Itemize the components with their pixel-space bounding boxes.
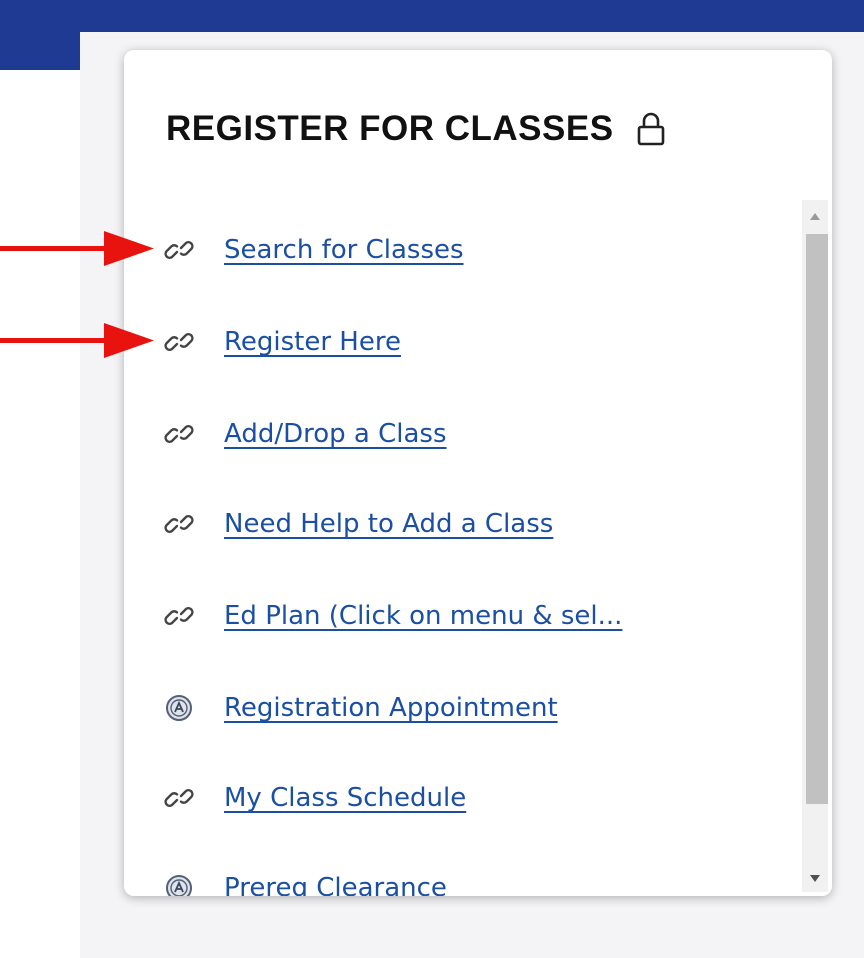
link-label[interactable]: Search for Classes [224, 235, 464, 265]
college-seal-icon [166, 695, 192, 721]
card-title: REGISTER FOR CLASSES [166, 109, 614, 148]
link-need-help-add-class[interactable]: Need Help to Add a Class [164, 502, 804, 546]
link-label[interactable]: Ed Plan (Click on menu & sel... [224, 601, 622, 631]
link-label[interactable]: Register Here [224, 327, 401, 357]
college-seal-icon [166, 875, 192, 896]
link-prereq-clearance[interactable]: Prereq Clearance [164, 866, 804, 896]
scrollbar-thumb[interactable] [806, 234, 828, 804]
lock-icon[interactable] [636, 111, 666, 147]
left-nav-block [0, 0, 80, 70]
vertical-scrollbar[interactable] [802, 200, 828, 892]
red-arrow-annotation-1 [0, 231, 154, 266]
scroll-up-arrow-icon[interactable] [802, 206, 828, 226]
register-for-classes-card: REGISTER FOR CLASSES Search for Classes [124, 50, 832, 896]
card-header: REGISTER FOR CLASSES [166, 104, 802, 154]
link-icon [164, 789, 194, 807]
link-label[interactable]: Registration Appointment [224, 693, 558, 723]
link-icon [164, 607, 194, 625]
link-register-here[interactable]: Register Here [164, 320, 804, 364]
link-icon [164, 333, 194, 351]
link-label[interactable]: Prereq Clearance [224, 873, 447, 896]
link-icon [164, 241, 194, 259]
link-registration-appointment[interactable]: Registration Appointment [164, 686, 804, 730]
scroll-down-arrow-icon[interactable] [802, 868, 828, 888]
link-icon [164, 425, 194, 443]
link-add-drop-class[interactable]: Add/Drop a Class [164, 412, 804, 456]
link-label[interactable]: Add/Drop a Class [224, 419, 447, 449]
link-label[interactable]: Need Help to Add a Class [224, 509, 553, 539]
red-arrow-annotation-2 [0, 323, 154, 358]
top-header-band [0, 0, 864, 32]
link-my-class-schedule[interactable]: My Class Schedule [164, 776, 804, 820]
link-search-for-classes[interactable]: Search for Classes [164, 228, 804, 272]
link-icon [164, 515, 194, 533]
link-label[interactable]: My Class Schedule [224, 783, 466, 813]
link-ed-plan[interactable]: Ed Plan (Click on menu & sel... [164, 594, 804, 638]
